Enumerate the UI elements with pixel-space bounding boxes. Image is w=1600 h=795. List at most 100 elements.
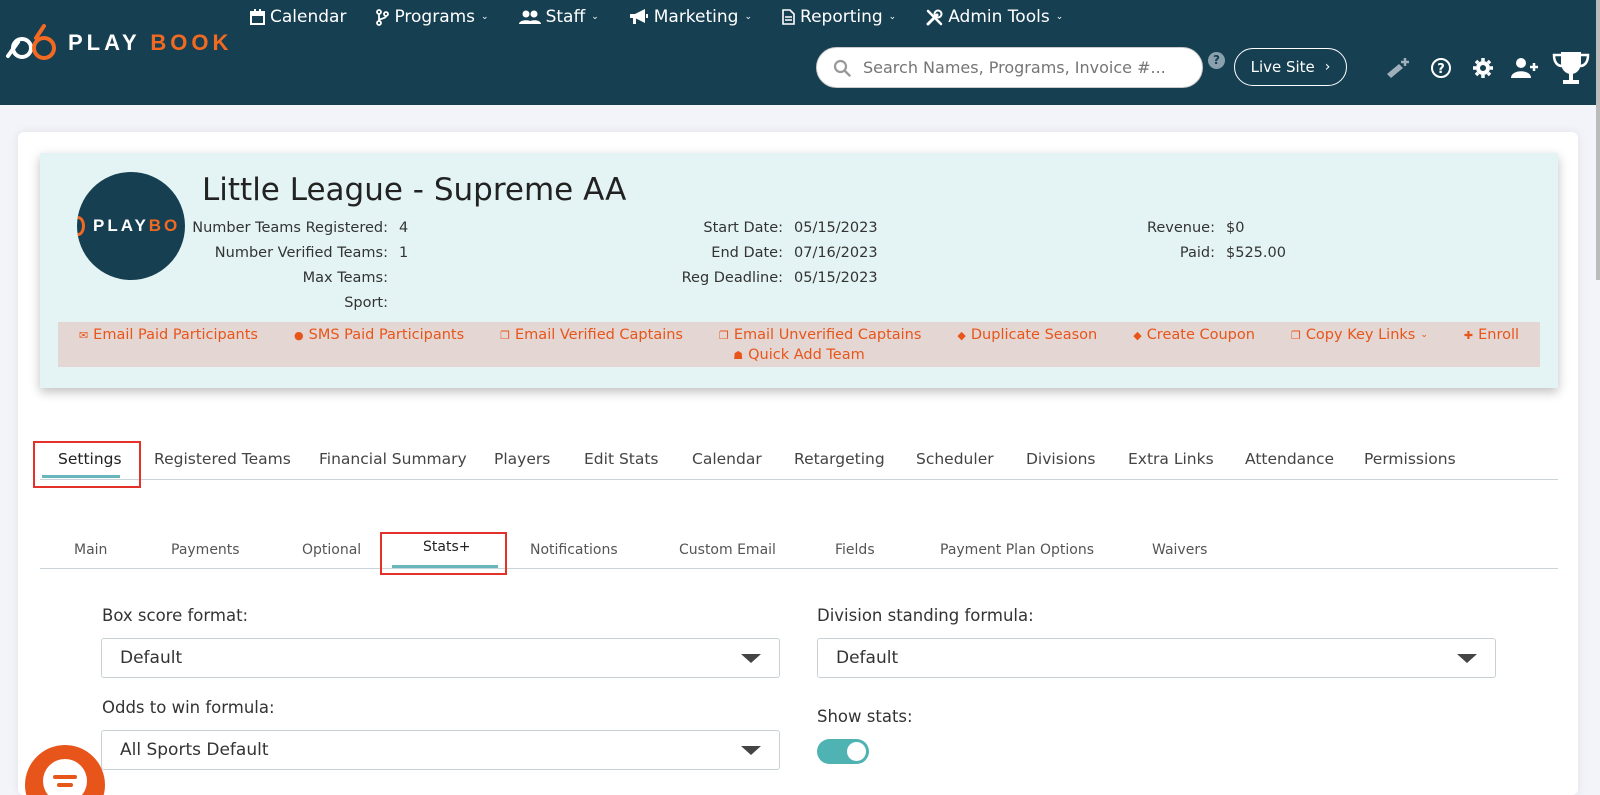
tab-divisions[interactable]: Divisions xyxy=(1026,450,1096,468)
live-site-button[interactable]: Live Site › xyxy=(1234,48,1347,86)
copy-icon: ❐ xyxy=(500,328,511,342)
svg-text:?: ? xyxy=(1437,62,1445,77)
envelope-icon: ✉ xyxy=(78,328,89,342)
subtab-optional[interactable]: Optional xyxy=(302,542,361,558)
stats-plus-highlight-box xyxy=(380,532,507,575)
subtab-fields[interactable]: Fields xyxy=(835,542,875,558)
nav-marketing-label: Marketing xyxy=(653,7,739,27)
tab-registered-teams[interactable]: Registered Teams xyxy=(154,450,291,468)
stat-label: Revenue: xyxy=(1146,220,1215,236)
tab-players[interactable]: Players xyxy=(494,450,550,468)
comment-icon: ● xyxy=(294,328,304,342)
toggle-knob xyxy=(847,742,866,761)
nav-marketing[interactable]: Marketing ⌄ xyxy=(629,4,752,30)
tab-attendance[interactable]: Attendance xyxy=(1245,450,1334,468)
chat-line xyxy=(57,783,73,787)
subtab-waivers[interactable]: Waivers xyxy=(1152,542,1207,558)
show-stats-label: Show stats: xyxy=(817,707,913,726)
search-help-icon[interactable]: ? xyxy=(1208,52,1225,69)
enroll-link[interactable]: ✚ Enroll xyxy=(1464,326,1519,344)
logo-mark-icon xyxy=(6,24,56,60)
box-score-value: Default xyxy=(120,648,183,668)
copy-key-links-dropdown[interactable]: ❐ Copy Key Links ⌄ xyxy=(1291,326,1428,344)
chevron-down-icon: ⌄ xyxy=(481,12,489,22)
users-icon xyxy=(518,10,541,24)
nav-programs[interactable]: Programs ⌄ xyxy=(376,4,489,30)
season-action-bar: ✉ Email Paid Participants ● SMS Paid Parti… xyxy=(58,322,1540,367)
action-label: Email Verified Captains xyxy=(515,327,683,343)
division-standing-label: Division standing formula: xyxy=(817,606,1034,625)
season-actions: ✉ Email Paid Participants ● SMS Paid Parti… xyxy=(58,326,1540,364)
chevron-down-icon: ⌄ xyxy=(1055,12,1064,22)
trophy-icon[interactable] xyxy=(1546,52,1596,84)
add-user-icon[interactable] xyxy=(1504,52,1546,84)
tab-extra-links[interactable]: Extra Links xyxy=(1128,450,1214,468)
duplicate-season-link[interactable]: ◆ Duplicate Season xyxy=(957,326,1097,344)
stat-sport: Sport: xyxy=(0,295,388,315)
tab-edit-stats[interactable]: Edit Stats xyxy=(584,450,659,468)
quick-add-team-link[interactable]: ☗ Quick Add Team xyxy=(733,346,865,364)
page-scrollbar[interactable] xyxy=(1596,0,1600,280)
chevron-down-icon: ⌄ xyxy=(1420,330,1428,340)
nav-admin-tools-label: Admin Tools xyxy=(948,7,1050,27)
stat-value: $525.00 xyxy=(1226,245,1286,261)
odds-to-win-select[interactable]: All Sports Default xyxy=(101,730,780,770)
nav-calendar-label: Calendar xyxy=(270,7,347,27)
action-label: Copy Key Links xyxy=(1305,327,1416,343)
email-unverified-captains-link[interactable]: ❐ Email Unverified Captains xyxy=(719,326,921,344)
branch-icon xyxy=(376,8,390,26)
nav-programs-label: Programs xyxy=(394,7,476,27)
action-label: Email Paid Participants xyxy=(93,327,258,343)
chat-line xyxy=(53,775,77,779)
tag-icon: ◆ xyxy=(957,328,966,342)
search-box[interactable] xyxy=(816,47,1203,88)
email-paid-participants-link[interactable]: ✉ Email Paid Participants xyxy=(79,326,258,344)
gear-icon[interactable] xyxy=(1462,52,1504,84)
chat-icon xyxy=(43,759,87,795)
tab-financial-summary[interactable]: Financial Summary xyxy=(319,450,467,468)
division-standing-select[interactable]: Default xyxy=(817,638,1496,678)
subtab-notifications[interactable]: Notifications xyxy=(530,542,618,558)
box-score-select[interactable]: Default xyxy=(101,638,780,678)
logo-text-book: BOOK xyxy=(150,30,233,55)
nav-admin-tools[interactable]: Admin Tools ⌄ xyxy=(926,4,1063,30)
document-icon xyxy=(782,9,795,25)
stat-label: Sport: xyxy=(344,295,388,311)
tab-scheduler[interactable]: Scheduler xyxy=(916,450,994,468)
nav-reporting[interactable]: Reporting ⌄ xyxy=(782,4,896,30)
chevron-right-icon: › xyxy=(1324,59,1331,75)
tab-permissions[interactable]: Permissions xyxy=(1364,450,1456,468)
chevron-down-icon: ⌄ xyxy=(888,12,897,22)
help-circle-icon[interactable]: ? xyxy=(1420,52,1462,84)
create-coupon-link[interactable]: ◆ Create Coupon xyxy=(1133,326,1255,344)
stat-label: Reg Deadline: xyxy=(681,270,783,286)
announcement-icon[interactable] xyxy=(1378,52,1420,84)
tab-calendar[interactable]: Calendar xyxy=(692,450,762,468)
subtab-custom-email[interactable]: Custom Email xyxy=(679,542,776,558)
copy-icon: ❐ xyxy=(718,328,729,342)
nav-staff[interactable]: Staff ⌄ xyxy=(518,4,599,30)
action-label: Quick Add Team xyxy=(748,347,865,363)
stat-value: $0 xyxy=(1226,220,1245,236)
subtab-payment-plan-options[interactable]: Payment Plan Options xyxy=(940,542,1094,558)
top-navbar: PLAY BOOK Calendar Programs ⌄ Staff ⌄ Mark… xyxy=(0,0,1600,105)
tag-icon: ◆ xyxy=(1133,328,1142,342)
stat-value: 05/15/2023 xyxy=(794,270,878,286)
main-nav: Calendar Programs ⌄ Staff ⌄ Marketing ⌄ Rep… xyxy=(250,4,1093,30)
odds-to-win-label: Odds to win formula: xyxy=(102,698,275,717)
subtab-main[interactable]: Main xyxy=(74,542,107,558)
action-label: SMS Paid Participants xyxy=(308,327,465,343)
logo-text-play: PLAY xyxy=(68,30,141,55)
live-site-label: Live Site xyxy=(1250,58,1315,76)
search-input[interactable] xyxy=(863,58,1173,77)
playbook-logo[interactable]: PLAY BOOK xyxy=(4,24,232,62)
sms-paid-participants-link[interactable]: ● SMS Paid Participants xyxy=(294,326,464,344)
subtab-payments[interactable]: Payments xyxy=(171,542,240,558)
dropdown-arrow-icon xyxy=(1457,654,1477,663)
megaphone-icon xyxy=(629,9,648,24)
nav-calendar[interactable]: Calendar xyxy=(250,4,346,30)
email-verified-captains-link[interactable]: ❐ Email Verified Captains xyxy=(500,326,683,344)
show-stats-toggle[interactable] xyxy=(817,739,869,764)
settings-subtabs: Main Payments Optional Stats+ Notificati… xyxy=(40,531,1558,569)
tab-retargeting[interactable]: Retargeting xyxy=(794,450,885,468)
